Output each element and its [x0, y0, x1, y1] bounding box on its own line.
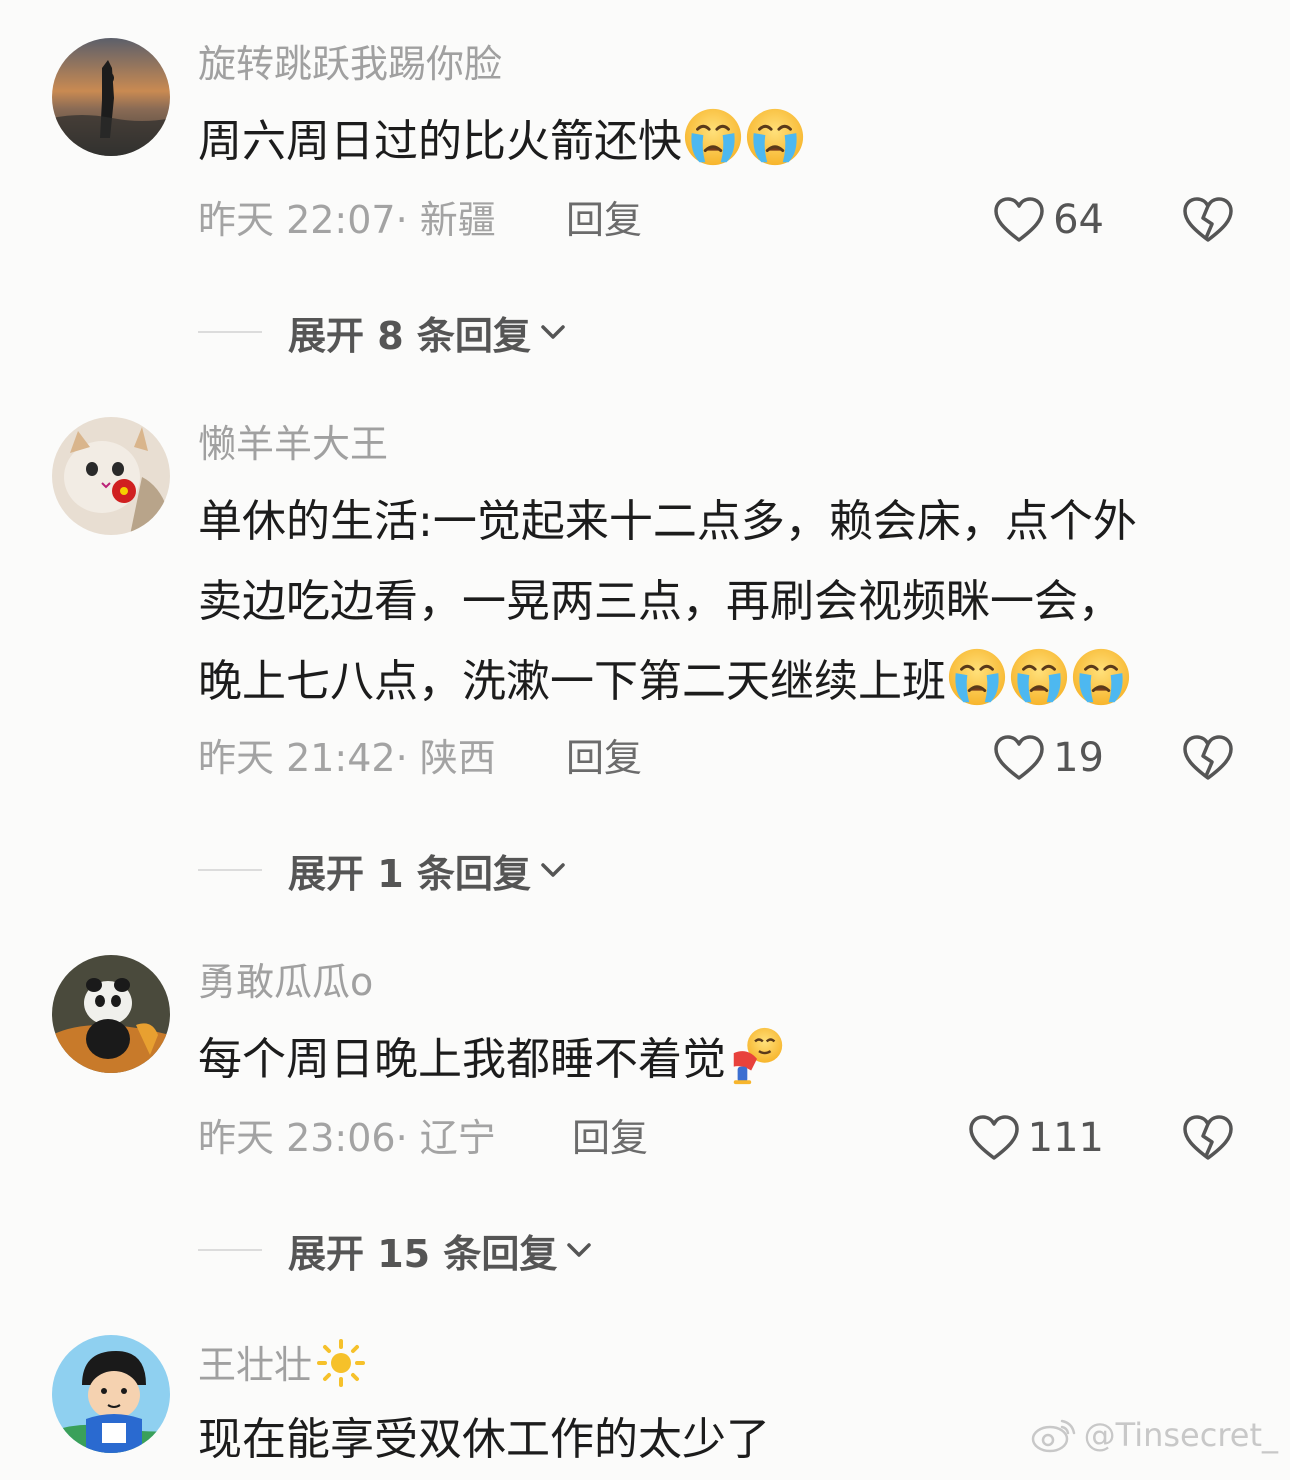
expand-replies-button[interactable]: 展开 8 条回复 — [198, 308, 571, 358]
crying-emoji — [1008, 646, 1070, 708]
expand-replies-label: 展开 8 条回复 — [288, 313, 531, 358]
like-count: 19 — [1053, 735, 1104, 781]
chevron-down-icon — [535, 314, 571, 350]
comment-location: 新疆 — [419, 198, 496, 242]
comment-text: 每个周日晚上我都睡不着觉 — [198, 1020, 1248, 1100]
watermark-text: @Tinsecret_ — [1083, 1416, 1278, 1454]
crying-emoji — [682, 106, 744, 168]
chevron-down-icon — [535, 852, 571, 888]
comment-meta: 昨天 23:06· 辽宁 — [198, 1114, 496, 1162]
heart-icon — [993, 734, 1045, 782]
expand-replies-button[interactable]: 展开 1 条回复 — [198, 846, 571, 896]
comment-meta: 昨天 21:42· 陕西 — [198, 734, 496, 782]
crying-emoji — [946, 646, 1008, 708]
sunset-silhouette-avatar[interactable] — [52, 38, 170, 156]
username[interactable]: 勇敢瓜瓜o — [198, 958, 373, 1006]
reply-button[interactable]: 回复 — [566, 196, 642, 244]
bowing-crying-emoji — [726, 1024, 788, 1086]
expand-replies-button[interactable]: 展开 15 条回复 — [198, 1226, 597, 1276]
expand-replies-label: 展开 1 条回复 — [288, 851, 531, 896]
comment-time: 昨天 23:06 — [198, 1116, 396, 1160]
comment-location: 辽宁 — [419, 1116, 496, 1160]
username-text: 王壮壮 — [198, 1343, 313, 1387]
broken-heart-icon[interactable] — [1182, 734, 1234, 782]
comment-text-line: 单休的生活:一觉起来十二点多，赖会床，点个外 — [198, 496, 1137, 547]
crying-emoji — [744, 106, 806, 168]
comment-time: 昨天 22:07 — [198, 198, 396, 242]
like-count: 64 — [1053, 197, 1104, 243]
chevron-down-icon — [561, 1232, 597, 1268]
meta-separator: · — [395, 1116, 420, 1160]
comment-location: 陕西 — [419, 736, 496, 780]
username[interactable]: 王壮壮 — [198, 1338, 366, 1389]
sun-icon — [317, 1339, 366, 1387]
meta-separator: · — [395, 736, 420, 780]
like-button[interactable]: 19 — [993, 734, 1104, 782]
watermark: @Tinsecret_ — [1030, 1415, 1278, 1455]
username[interactable]: 懒羊羊大王 — [198, 420, 388, 468]
like-button[interactable]: 64 — [993, 196, 1104, 244]
weibo-icon — [1031, 1419, 1075, 1453]
cat-with-flower-avatar[interactable] — [52, 417, 170, 535]
expand-replies-label: 展开 15 条回复 — [288, 1231, 558, 1276]
divider — [198, 869, 262, 871]
like-button[interactable]: 111 — [968, 1114, 1104, 1162]
heart-icon — [968, 1114, 1020, 1162]
reply-button[interactable]: 回复 — [572, 1114, 648, 1162]
heart-icon — [993, 196, 1045, 244]
comment-time: 昨天 21:42 — [198, 736, 396, 780]
divider — [198, 331, 262, 333]
username[interactable]: 旋转跳跃我踢你脸 — [198, 40, 502, 88]
cartoon-boy-avatar[interactable] — [52, 1335, 170, 1453]
comment-text: 单休的生活:一觉起来十二点多，赖会床，点个外 卖边吃边看，一晃两三点，再刷会视频… — [198, 482, 1248, 722]
broken-heart-icon[interactable] — [1182, 196, 1234, 244]
comment-text-body: 每个周日晚上我都睡不着觉 — [198, 1034, 726, 1085]
reply-button[interactable]: 回复 — [566, 734, 642, 782]
like-count: 111 — [1027, 1115, 1104, 1161]
comment-text-body: 周六周日过的比火箭还快 — [198, 116, 682, 167]
crying-emoji — [1070, 646, 1132, 708]
comment-text: 周六周日过的比火箭还快 — [198, 102, 1248, 182]
divider — [198, 1249, 262, 1251]
broken-heart-icon[interactable] — [1182, 1114, 1234, 1162]
comment-meta: 昨天 22:07· 新疆 — [198, 196, 496, 244]
comment-text-body: 晚上七八点，洗漱一下第二天继续上班 — [198, 656, 946, 707]
comment-text-line: 晚上七八点，洗漱一下第二天继续上班 — [198, 642, 1248, 722]
comment-text-line: 卖边吃边看，一晃两三点，再刷会视频眯一会， — [198, 576, 1122, 627]
meta-separator: · — [395, 198, 420, 242]
panda-avatar[interactable] — [52, 955, 170, 1073]
